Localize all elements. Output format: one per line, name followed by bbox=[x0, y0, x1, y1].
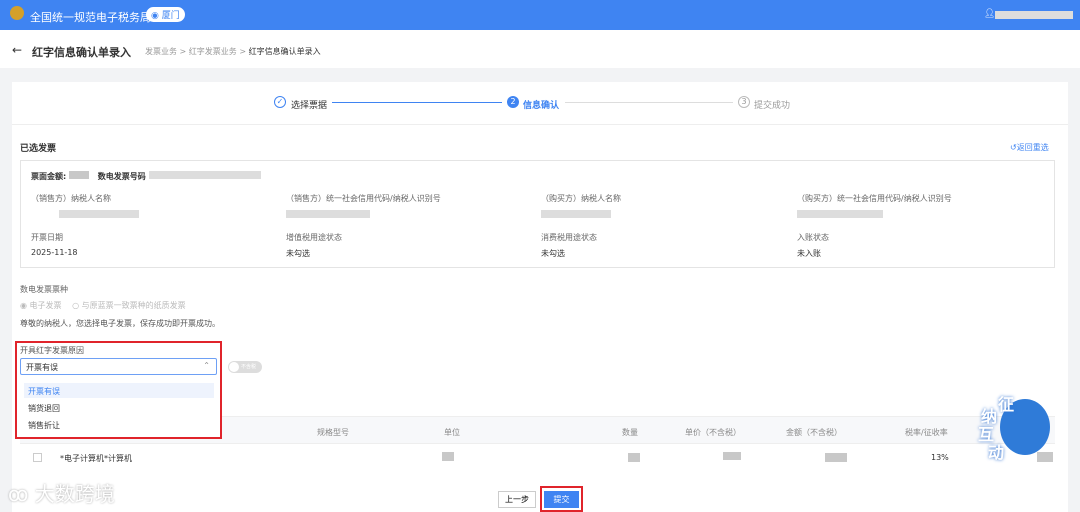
top-bar: 全国统一规范电子税务局 ◉ 厦门 👤︎ bbox=[0, 0, 1080, 30]
ticket-type-label: 数电发票票种 bbox=[20, 284, 68, 295]
col-header: 单位 bbox=[444, 427, 460, 438]
option-item[interactable]: 销售折让 bbox=[24, 417, 64, 434]
step-1-label: 选择票据 bbox=[291, 98, 327, 111]
radio-electronic[interactable]: ◉ 电子发票 bbox=[20, 301, 62, 310]
field-label: （购买方）统一社会信用代码/纳税人识别号 bbox=[797, 193, 952, 204]
step-3-icon: 3 bbox=[738, 96, 750, 108]
watermark-text: 大数跨境 bbox=[35, 482, 115, 506]
back-arrow-icon[interactable]: ← bbox=[12, 43, 22, 57]
option-item[interactable]: 开票有误 bbox=[24, 383, 214, 398]
field-value: 2025-11-18 bbox=[31, 248, 78, 257]
mascot[interactable]: 征 纳 互 动 bbox=[978, 395, 1050, 463]
breadcrumb-current: 红字信息确认单录入 bbox=[249, 47, 321, 56]
radio-paper[interactable]: ○ 与原蓝票一致票种的纸质发票 bbox=[72, 301, 186, 310]
radio-label: 与原蓝票一致票种的纸质发票 bbox=[82, 301, 186, 310]
field-label: 入账状态 bbox=[797, 232, 829, 243]
reason-label: 开具红字发票原因 bbox=[20, 345, 84, 356]
col-header: 单价（不含税） bbox=[685, 427, 741, 438]
redacted-value bbox=[628, 453, 640, 462]
field-value: 未勾选 bbox=[286, 248, 310, 259]
toggle-label: 不含税 bbox=[241, 363, 256, 370]
item-name: *电子计算机*计算机 bbox=[60, 453, 132, 464]
col-header: 金额（不含税） bbox=[786, 427, 842, 438]
redacted-value bbox=[825, 453, 847, 462]
notice-text: 尊敬的纳税人，您选择电子发票，保存成功即开票成功。 bbox=[20, 318, 220, 329]
reason-options: 开票有误 销货退回 销售折让 bbox=[17, 378, 220, 437]
redacted-value bbox=[442, 452, 454, 461]
breadcrumb: 发票业务 > 红字发票业务 > 红字信息确认单录入 bbox=[145, 46, 321, 57]
step-1-icon: ✓ bbox=[274, 96, 286, 108]
submit-button[interactable]: 提交 bbox=[544, 491, 579, 508]
reselect-label: 返回重选 bbox=[1017, 143, 1049, 152]
ticket-type-radios: ◉ 电子发票 ○ 与原蓝票一致票种的纸质发票 bbox=[20, 300, 186, 311]
breadcrumb-item[interactable]: 发票业务 bbox=[145, 47, 177, 56]
prev-step-button[interactable]: 上一步 bbox=[498, 491, 536, 508]
username-redacted bbox=[995, 11, 1073, 19]
watermark-logo-icon: ꝏ bbox=[8, 482, 28, 506]
field-label: 消费税用途状态 bbox=[541, 232, 597, 243]
field-label: （销售方）统一社会信用代码/纳税人识别号 bbox=[286, 193, 441, 204]
step-3-label: 提交成功 bbox=[754, 98, 790, 111]
field-value: 未勾选 bbox=[541, 248, 565, 259]
reason-select-value: 开票有误 bbox=[26, 362, 58, 373]
step-line bbox=[565, 102, 733, 103]
col-header: 税率/征收率 bbox=[905, 427, 948, 438]
mascot-char: 征 bbox=[998, 391, 1014, 415]
redacted-value bbox=[286, 210, 370, 218]
table-row: *电子计算机*计算机 13% bbox=[20, 444, 1055, 472]
step-2-label: 信息确认 bbox=[523, 98, 559, 111]
watermark: ꝏ 大数跨境 bbox=[8, 478, 115, 507]
step-2-icon: 2 bbox=[507, 96, 519, 108]
redacted-value bbox=[797, 210, 883, 218]
toggle-knob bbox=[229, 362, 239, 372]
user-icon[interactable]: 👤︎ bbox=[984, 9, 995, 19]
col-header: 数量 bbox=[622, 427, 638, 438]
field-label: 开票日期 bbox=[31, 232, 63, 243]
amount-redacted bbox=[69, 171, 89, 179]
number-redacted bbox=[149, 171, 261, 179]
section-title: 已选发票 bbox=[20, 141, 56, 154]
reason-select[interactable]: 开票有误 ⌃ bbox=[20, 358, 217, 375]
redacted-value bbox=[541, 210, 611, 218]
redacted-value bbox=[723, 452, 741, 460]
mascot-char: 动 bbox=[988, 439, 1004, 463]
redacted-value bbox=[59, 210, 139, 218]
amount-label: 票面金额: bbox=[31, 172, 66, 181]
app-title: 全国统一规范电子税务局 bbox=[30, 9, 151, 25]
breadcrumb-item[interactable]: 红字发票业务 bbox=[189, 47, 237, 56]
step-line bbox=[332, 102, 502, 103]
col-header: 规格型号 bbox=[317, 427, 349, 438]
tax-emblem-icon bbox=[10, 6, 24, 20]
radio-label: 电子发票 bbox=[30, 301, 62, 310]
reselect-link[interactable]: ↺返回重选 bbox=[1010, 142, 1049, 153]
tax-toggle[interactable]: 不含税 bbox=[228, 361, 262, 373]
row-checkbox[interactable] bbox=[33, 453, 42, 462]
field-label: 增值税用途状态 bbox=[286, 232, 342, 243]
invoice-info-box: 票面金额: 数电发票号码 （销售方）纳税人名称 （销售方）统一社会信用代码/纳税… bbox=[20, 160, 1055, 268]
location-badge[interactable]: ◉ 厦门 bbox=[146, 7, 185, 22]
tax-rate: 13% bbox=[931, 453, 949, 462]
chevron-up-icon: ⌃ bbox=[203, 361, 210, 370]
field-label: （销售方）纳税人名称 bbox=[31, 193, 111, 204]
number-label: 数电发票号码 bbox=[98, 172, 146, 181]
option-item[interactable]: 销货退回 bbox=[24, 400, 64, 417]
location-label: 厦门 bbox=[162, 11, 180, 21]
page-header: ← 红字信息确认单录入 发票业务 > 红字发票业务 > 红字信息确认单录入 bbox=[0, 30, 1080, 68]
field-value: 未入账 bbox=[797, 248, 821, 259]
divider bbox=[12, 124, 1068, 125]
field-label: （购买方）纳税人名称 bbox=[541, 193, 621, 204]
page-title: 红字信息确认单录入 bbox=[32, 44, 131, 60]
